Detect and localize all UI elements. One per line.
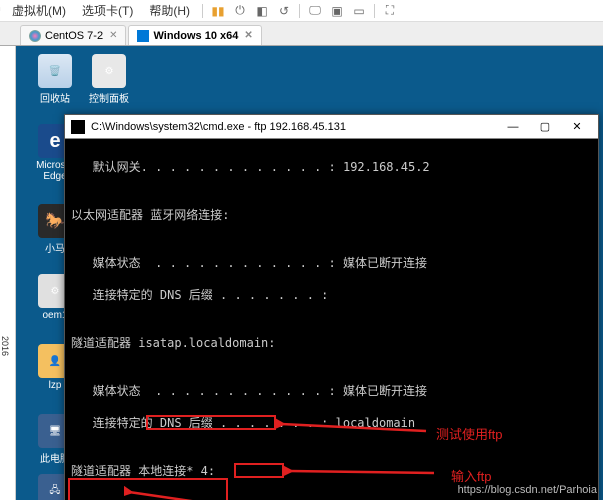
menu-tabs[interactable]: 选项卡(T) [76, 0, 139, 21]
tab-centos[interactable]: CentOS 7-2 ✕ [20, 25, 126, 45]
recycle-bin-icon: 🗑️ [38, 54, 72, 88]
windows-icon [137, 30, 149, 42]
tab-label: CentOS 7-2 [45, 30, 103, 42]
snapshot-icon[interactable]: ◧ [253, 2, 271, 20]
cmd-title-text: C:\Windows\system32\cmd.exe - ftp 192.16… [91, 121, 346, 133]
icon-label: 回收站 [30, 90, 80, 105]
pause-icon[interactable]: ▮▮ [209, 2, 227, 20]
cmd-line: 连接特定的 DNS 后缀 . . . . . . . : localdomain [71, 415, 592, 431]
maximize-button[interactable]: ▢ [530, 118, 560, 136]
cmd-icon [71, 120, 85, 134]
control-panel-icon: ⚙ [92, 54, 126, 88]
cmd-line: 隧道适配器 isatap.localdomain: [71, 335, 592, 351]
vm-desktop[interactable]: 🗑️ 回收站 ⚙ 控制面板 e Microsof Edge 🐎 小马 ⚙ oem… [16, 46, 603, 500]
desktop-icon-ctrlpanel[interactable]: ⚙ 控制面板 [84, 54, 134, 105]
fullscreen-icon[interactable]: ⛶ [381, 2, 399, 20]
anno-label-test-ftp: 测试使用ftp [436, 424, 502, 443]
cmd-line: 媒体状态 . . . . . . . . . . . . : 媒体已断开连接 [71, 255, 592, 271]
menubar: 虚拟机(M) 选项卡(T) 帮助(H) ▮▮ ⏻ ◧ ↺ 🖵 ▣ ▭ ⛶ [0, 0, 603, 22]
close-icon[interactable]: ✕ [244, 30, 252, 41]
cmd-line: 连接特定的 DNS 后缀 . . . . . . . : [71, 287, 592, 303]
menu-help[interactable]: 帮助(H) [143, 0, 196, 21]
cmd-line: 默认网关. . . . . . . . . . . . . : 192.168.… [71, 159, 592, 175]
revert-icon[interactable]: ↺ [275, 2, 293, 20]
minimize-button[interactable]: — [498, 118, 528, 136]
anno-label-input-ftp: 输入ftp [451, 466, 491, 485]
icon-label: 控制面板 [84, 90, 134, 105]
watermark: https://blog.csdn.net/Parhoia [458, 484, 597, 496]
workstation-title-fragment: re Workstation [0, 2, 1, 14]
library-date: 2016 [0, 336, 10, 356]
cmd-line: 以太网适配器 蓝牙网络连接: [71, 207, 592, 223]
tab-label: Windows 10 x64 [153, 30, 238, 42]
menu-vm[interactable]: 虚拟机(M) [6, 0, 72, 21]
cmd-line: 隧道适配器 本地连接* 4: [71, 463, 592, 479]
centos-icon [29, 30, 41, 42]
cmd-output[interactable]: 默认网关. . . . . . . . . . . . . : 192.168.… [65, 139, 598, 500]
power-icon[interactable]: ⏻ [231, 2, 249, 20]
screen-icon[interactable]: 🖵 [306, 2, 324, 20]
library-panel: 2016 [0, 46, 16, 500]
close-icon[interactable]: ✕ [109, 30, 117, 41]
cmd-titlebar[interactable]: C:\Windows\system32\cmd.exe - ftp 192.16… [65, 115, 598, 139]
desktop-icon-recycle[interactable]: 🗑️ 回收站 [30, 54, 80, 105]
cmd-line: 媒体状态 . . . . . . . . . . . . : 媒体已断开连接 [71, 383, 592, 399]
cmd-window[interactable]: C:\Windows\system32\cmd.exe - ftp 192.16… [64, 114, 599, 500]
close-button[interactable]: ✕ [562, 118, 592, 136]
tabstrip: CentOS 7-2 ✕ Windows 10 x64 ✕ [0, 22, 603, 46]
fit-icon[interactable]: ▣ [328, 2, 346, 20]
tab-win10[interactable]: Windows 10 x64 ✕ [128, 25, 261, 45]
unity-icon[interactable]: ▭ [350, 2, 368, 20]
